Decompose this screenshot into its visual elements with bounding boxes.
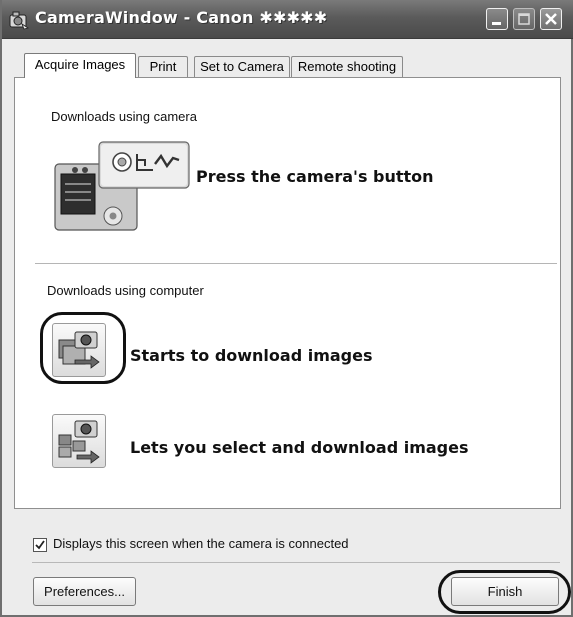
finish-button[interactable]: Finish [451,577,559,606]
tab-label: Print [149,59,177,74]
acquire-images-panel: Downloads using camera Press the camera'… [14,77,561,509]
maximize-icon [518,13,530,25]
select-download-images-icon [58,420,100,464]
show-on-connect-label[interactable]: Displays this screen when the camera is … [53,536,349,551]
download-images-text[interactable]: Starts to download images [130,346,373,365]
show-on-connect-checkbox[interactable] [33,538,47,552]
select-download-images-text[interactable]: Lets you select and download images [130,438,469,457]
download-images-button[interactable] [52,323,106,377]
camera-section-label: Downloads using camera [51,109,197,124]
tab-acquire-images[interactable]: Acquire Images [24,53,136,78]
section-divider [35,263,557,264]
minimize-icon [492,22,501,25]
window-title: CameraWindow - Canon ✱✱✱✱✱ [35,8,328,27]
tab-remote-shooting[interactable]: Remote shooting [291,56,403,77]
download-images-icon [58,331,100,369]
preferences-button[interactable]: Preferences... [33,577,136,606]
tab-print[interactable]: Print [138,56,188,77]
checkmark-icon [35,540,45,550]
camera-action-text: Press the camera's button [196,167,434,186]
close-icon [545,13,557,25]
title-bar[interactable]: CameraWindow - Canon ✱✱✱✱✱ [2,0,573,39]
maximize-button[interactable] [513,8,535,30]
minimize-button[interactable] [486,8,508,30]
camera-button-illustration-icon [54,141,190,231]
tab-set-to-camera[interactable]: Set to Camera [194,56,290,77]
tab-label: Acquire Images [34,57,126,72]
app-icon [9,11,29,30]
select-download-images-button[interactable] [52,414,106,468]
camera-window: CameraWindow - Canon ✱✱✱✱✱ Acquire Image… [0,0,573,617]
footer-divider [32,562,560,563]
computer-section-label: Downloads using computer [47,283,204,298]
tab-label: Remote shooting [297,59,397,74]
close-button[interactable] [540,8,562,30]
tab-label: Set to Camera [200,59,284,74]
